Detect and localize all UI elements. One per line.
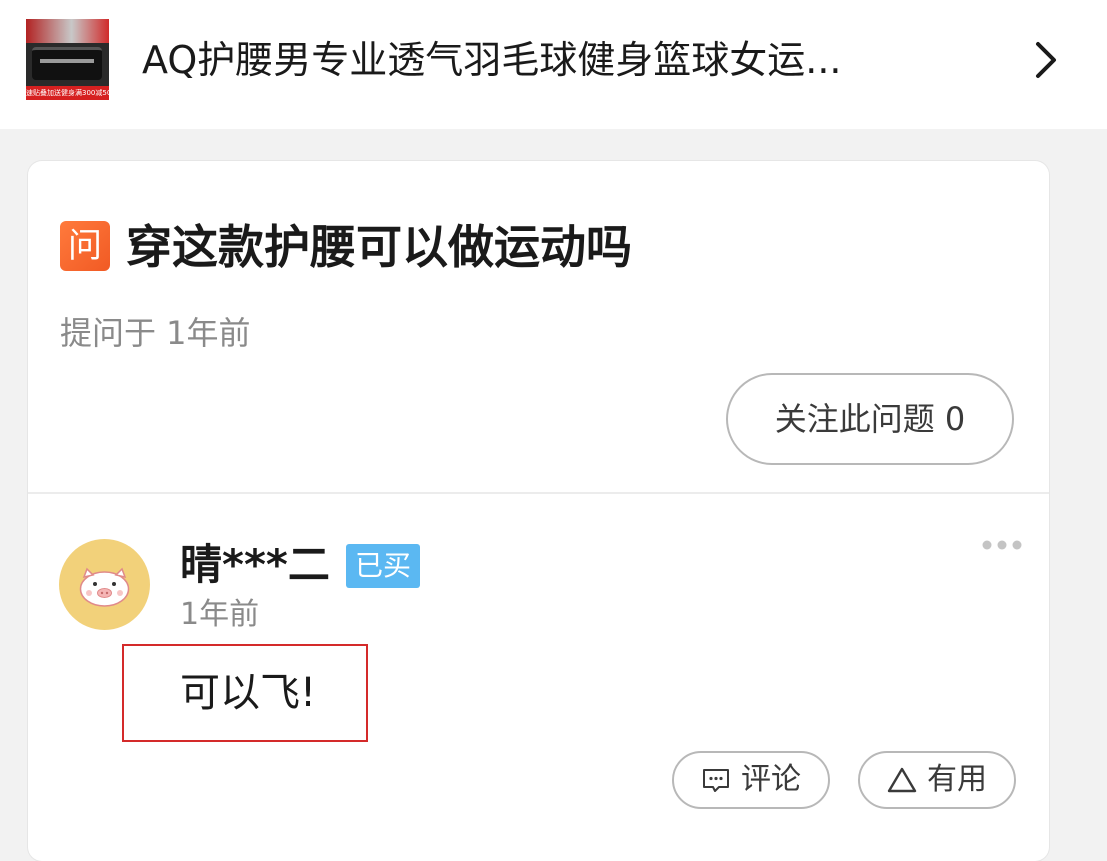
- useful-label: 有用: [927, 762, 987, 797]
- product-header[interactable]: 速贴叠加送健身满300减50 AQ护腰男专业透气羽毛球健身篮球女运...: [0, 0, 1107, 129]
- triangle-up-icon: [887, 767, 917, 793]
- answer-text: 可以飞!: [180, 670, 317, 716]
- comment-label: 评论: [741, 762, 801, 797]
- qa-card: 问 穿这款护腰可以做运动吗 提问于 1年前 关注此问题 0 晴***二 已买 1…: [28, 161, 1049, 861]
- avatar[interactable]: [59, 539, 150, 630]
- answer-user-name: 晴***二: [180, 540, 330, 589]
- question-icon: 问: [60, 221, 110, 271]
- thumb-top-band: [26, 19, 109, 43]
- comment-icon: [703, 769, 729, 792]
- product-title[interactable]: AQ护腰男专业透气羽毛球健身篮球女运...: [142, 36, 962, 84]
- question-asked-time: 提问于 1年前: [60, 314, 251, 352]
- answer-time: 1年前: [180, 597, 260, 632]
- pig-avatar-icon: [79, 567, 130, 607]
- purchased-badge: 已买: [346, 544, 420, 588]
- thumb-belt-image: [32, 47, 102, 80]
- divider: [28, 492, 1049, 494]
- comment-button[interactable]: 评论: [672, 751, 830, 809]
- product-thumbnail[interactable]: 速贴叠加送健身满300减50: [26, 19, 109, 100]
- useful-button[interactable]: 有用: [858, 751, 1016, 809]
- follow-question-button[interactable]: 关注此问题 0: [726, 373, 1014, 465]
- more-options-icon[interactable]: [980, 533, 1024, 557]
- question-title: 穿这款护腰可以做运动吗: [126, 220, 632, 274]
- chevron-right-icon[interactable]: [1024, 40, 1068, 80]
- thumb-belt-stripe: [40, 59, 94, 63]
- thumb-promo-text: 速贴叠加送健身满300减50: [26, 86, 109, 100]
